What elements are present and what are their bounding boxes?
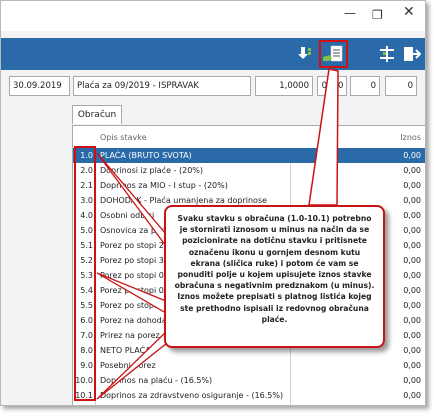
toolbar bbox=[1, 38, 425, 70]
row-description: Posebni porez bbox=[100, 361, 156, 370]
title-field[interactable]: Plaća za 09/2019 - ISPRAVAK bbox=[73, 76, 251, 96]
minimize-icon[interactable]: — bbox=[344, 7, 356, 19]
exit-icon[interactable] bbox=[401, 44, 421, 64]
instruction-callout: Svaku stavku s obračuna (1.0-10.1) potre… bbox=[164, 205, 385, 348]
row-description: PLAĆA (BRUTO SVOTA) bbox=[100, 151, 192, 160]
row-description: Doprinos na plaću - (16.5%) bbox=[100, 376, 213, 385]
column-header-description[interactable]: Opis stavke bbox=[100, 130, 147, 146]
header-fields: 30.09.2019 Plaća za 09/2019 - ISPRAVAK 1… bbox=[1, 76, 425, 98]
row-amount: 0,00 bbox=[403, 151, 421, 160]
code-column-highlight bbox=[74, 146, 96, 401]
restore-icon[interactable]: ❐ bbox=[372, 9, 383, 21]
row-description: Doprinos za MIO - I stup - (20%) bbox=[100, 181, 228, 190]
table-row[interactable]: 9.0 Posebni porez 0,00 bbox=[73, 358, 425, 373]
field-b[interactable]: 0 bbox=[334, 76, 347, 96]
row-description: Doprinos za zdravstveno osiguranje - (16… bbox=[100, 391, 284, 400]
close-icon[interactable]: ✕ bbox=[403, 5, 415, 19]
field-a[interactable]: 0 bbox=[317, 76, 331, 96]
rate-field[interactable]: 1,0000 bbox=[255, 76, 313, 96]
tab-obracun[interactable]: Obračun bbox=[72, 105, 122, 124]
app-window: — ❐ ✕ 30.09.2019 Plaća za 09/2019 - ISPR… bbox=[0, 0, 426, 406]
field-c[interactable]: 0 bbox=[350, 76, 380, 96]
table-row[interactable]: 10.0 Doprinos na plaću - (16.5%) 0,00 bbox=[73, 373, 425, 388]
table-row[interactable]: 1.0 PLAĆA (BRUTO SVOTA) 0,00 bbox=[73, 148, 425, 163]
table-row[interactable]: 2.0 Doprinosi iz plaće - (20%) 0,00 bbox=[73, 163, 425, 178]
row-amount: 0,00 bbox=[403, 166, 421, 175]
row-amount: 0,00 bbox=[403, 181, 421, 190]
balance-icon[interactable] bbox=[377, 44, 397, 64]
column-header-amount[interactable]: Iznos bbox=[400, 130, 421, 146]
row-amount: 0,00 bbox=[403, 361, 421, 370]
highlight-box-icon bbox=[319, 40, 348, 68]
title-bar: — ❐ ✕ bbox=[1, 1, 425, 31]
row-amount: 0,00 bbox=[403, 391, 421, 400]
table-row[interactable]: 2.1 Doprinos za MIO - I stup - (20%) 0,00 bbox=[73, 178, 425, 193]
row-amount: 0,00 bbox=[403, 376, 421, 385]
date-field[interactable]: 30.09.2019 bbox=[9, 76, 70, 96]
row-description: Doprinosi iz plaće - (20%) bbox=[100, 166, 204, 175]
field-d[interactable]: 0 bbox=[385, 76, 417, 96]
table-row[interactable]: 10.1 Doprinos za zdravstveno osiguranje -… bbox=[73, 388, 425, 403]
download-icon[interactable] bbox=[294, 44, 314, 64]
